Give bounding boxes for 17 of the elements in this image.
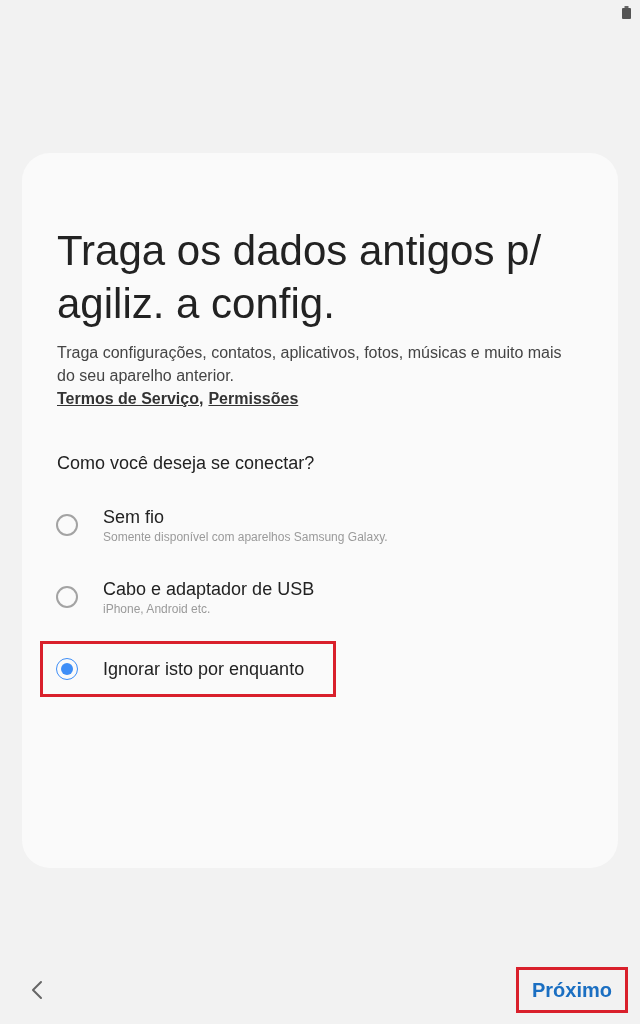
option-description: iPhone, Android etc. (103, 601, 212, 617)
chevron-left-icon (31, 980, 43, 1000)
terms-link[interactable]: Termos de Serviço (57, 387, 199, 410)
question-text: Como você deseja se conectar? (57, 452, 316, 475)
back-button[interactable] (29, 978, 45, 1002)
option-description: Somente disponível com aparelhos Samsung Galaxy. (103, 529, 388, 545)
option-label[interactable]: Cabo e adaptador de USB (103, 577, 315, 601)
battery-icon (622, 5, 631, 19)
option-label[interactable]: Ignorar isto por enquanto (103, 657, 305, 681)
radio-button[interactable] (56, 586, 78, 608)
page-title: Traga os dados antigos p/ agiliz. a config. (57, 226, 543, 329)
separator-text: , (199, 389, 204, 409)
next-button[interactable]: Próximo (518, 970, 625, 1010)
permissions-link[interactable]: Permissões (208, 387, 299, 410)
radio-button[interactable] (56, 514, 78, 536)
description-text: Traga configurações, contatos, aplicativos, fotos, músicas e muito mais do seu aparelho anterior. (57, 343, 563, 386)
option-label[interactable]: Sem fio (103, 505, 388, 529)
